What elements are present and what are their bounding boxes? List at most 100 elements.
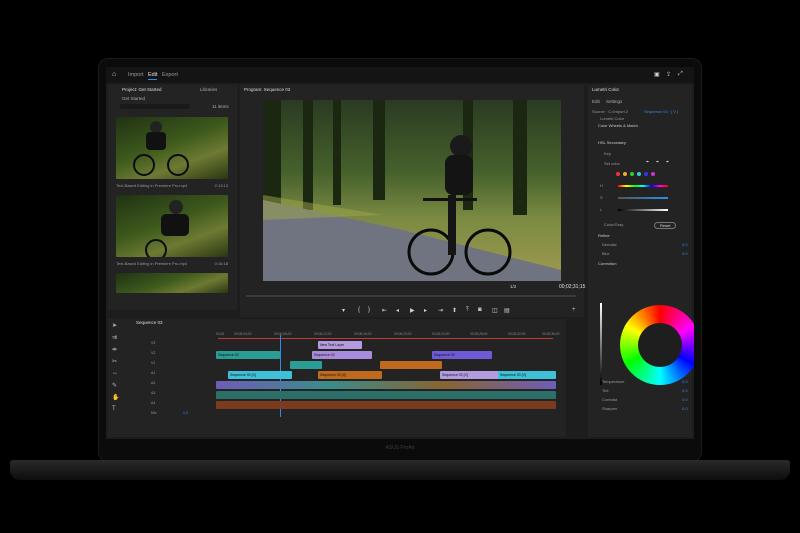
time-ruler[interactable]: 00;00 00;00;04;00 00;00;08;00 00;00;12;0… xyxy=(216,332,559,337)
hand-tool-icon[interactable]: ✋ xyxy=(112,394,119,401)
comparison-view-icon[interactable]: ◫ xyxy=(492,307,498,314)
add-marker-icon[interactable]: ▾ xyxy=(342,307,345,314)
set-color-label: Set color xyxy=(604,161,620,166)
clip-name: Text-Based Editing in Premiere Pro.mp4 2:… xyxy=(116,183,228,188)
lumetri-color-panel: Lumetri Color Edit Settings Source · C:/… xyxy=(588,85,692,437)
color-gray-label: Color/Gray xyxy=(604,222,624,227)
temperature-label: Temperature xyxy=(602,379,625,384)
type-tool-icon[interactable]: T xyxy=(112,406,116,412)
luma-slider[interactable] xyxy=(600,303,602,385)
clip-thumbnail[interactable] xyxy=(116,273,228,293)
timeline-panel: Sequence 03 ➤ ⇉ ⇹ ✂ ↔ ✎ ✋ T 00;00 00;00;… xyxy=(108,319,566,437)
step-forward-icon[interactable]: ▸ xyxy=(424,307,427,314)
preset-select[interactable]: Lumetri Color xyxy=(600,116,624,121)
play-icon[interactable]: ▶ xyxy=(410,307,415,314)
track-header-v2[interactable]: V2 xyxy=(143,351,213,359)
tab-export[interactable]: Export xyxy=(162,72,178,78)
track-header-v1[interactable]: V1 xyxy=(143,361,213,369)
tab-edit[interactable]: Edit xyxy=(148,72,158,80)
ripple-edit-icon[interactable]: ⇹ xyxy=(112,346,117,353)
track-header-a4[interactable]: A4 xyxy=(143,401,213,409)
target-select[interactable]: Sequence 03 · [ V ] xyxy=(644,109,678,114)
monitor-scrubber[interactable] xyxy=(246,295,576,297)
video-clip[interactable] xyxy=(380,361,442,369)
mark-in-icon[interactable]: { xyxy=(358,307,360,313)
tab-lumetri-edit[interactable]: Edit xyxy=(592,99,600,104)
search-input[interactable] xyxy=(120,104,190,109)
section-hsl-secondary[interactable]: HSL Secondary xyxy=(598,140,626,145)
track-select-icon[interactable]: ⇉ xyxy=(112,334,117,341)
header-bar: ⌂ Import Edit Export ▣ ⇪ ⤢ xyxy=(106,67,694,83)
video-clip[interactable]: Sequence 03 [V] xyxy=(498,371,556,379)
extract-icon[interactable]: ⤒ xyxy=(466,307,469,314)
contrast-value[interactable]: 0.0 xyxy=(682,397,688,402)
clip-thumbnail[interactable] xyxy=(116,195,228,257)
fullscreen-icon[interactable]: ⤢ xyxy=(678,71,683,78)
fit-select[interactable]: 1/2 xyxy=(510,284,516,289)
add-button-icon[interactable]: + xyxy=(572,307,576,313)
eyedropper-icon[interactable]: ✒ xyxy=(646,159,649,164)
step-back-icon[interactable]: ◂ xyxy=(396,307,399,314)
go-to-in-icon[interactable]: ⇤ xyxy=(382,307,387,314)
cyclist-image xyxy=(145,200,189,257)
temperature-value[interactable]: 0.0 xyxy=(682,379,688,384)
sharpen-value[interactable]: 0.0 xyxy=(682,406,688,411)
lift-icon[interactable]: ⬆ xyxy=(452,307,457,314)
color-swatches[interactable] xyxy=(616,172,655,176)
go-to-out-icon[interactable]: ⇥ xyxy=(438,307,443,314)
home-icon[interactable]: ⌂ xyxy=(112,71,116,78)
selection-tool-icon[interactable]: ➤ xyxy=(112,322,117,329)
contrast-label: Contrast xyxy=(602,397,618,402)
clip-thumbnail[interactable] xyxy=(116,117,228,179)
pen-tool-icon[interactable]: ✎ xyxy=(112,382,117,389)
denoise-value[interactable]: 0.0 xyxy=(682,242,688,247)
eyedropper-add-icon[interactable]: ✒ xyxy=(656,159,659,164)
section-color-wheels[interactable]: Color Wheels & Match xyxy=(598,123,638,128)
item-count: 11 items xyxy=(212,104,229,109)
saturation-label: S xyxy=(600,195,603,200)
tab-import[interactable]: Import xyxy=(128,72,144,78)
sequence-clip[interactable]: Sequence 03 xyxy=(216,351,280,359)
track-header-a1[interactable]: A1 xyxy=(143,371,213,379)
cyclist-image xyxy=(133,121,189,176)
saturation-slider[interactable] xyxy=(618,197,668,199)
export-frame-icon[interactable]: ◙ xyxy=(478,307,482,313)
luminance-label: L xyxy=(600,207,603,212)
tint-value[interactable]: 0.0 xyxy=(682,388,688,393)
audio-clip[interactable] xyxy=(216,391,556,399)
track-header-a3[interactable]: A3 xyxy=(143,391,213,399)
track-header-a2[interactable]: A2 xyxy=(143,381,213,389)
quick-export-icon[interactable]: ⇪ xyxy=(666,71,671,78)
audio-clip[interactable] xyxy=(216,401,556,409)
video-clip[interactable]: Sequence 03 [V] xyxy=(440,371,500,379)
title-clip[interactable]: New Text Layer xyxy=(318,341,362,349)
track-header-mix[interactable]: Mix 0.0 xyxy=(143,411,213,419)
program-title: Program: Sequence 03 xyxy=(244,87,291,92)
video-clip[interactable] xyxy=(290,361,322,369)
video-clip[interactable]: Sequence 03 [V] xyxy=(228,371,292,379)
slip-tool-icon[interactable]: ↔ xyxy=(112,370,118,376)
reset-button[interactable]: Reset xyxy=(654,222,677,229)
luminance-slider[interactable] xyxy=(618,209,668,211)
hue-slider[interactable] xyxy=(618,185,668,187)
tab-libraries[interactable]: Libraries xyxy=(200,87,217,92)
razor-tool-icon[interactable]: ✂ xyxy=(112,358,117,365)
track-header-v3[interactable]: V3 xyxy=(143,341,213,349)
section-correction[interactable]: Correction xyxy=(598,261,616,266)
settings-icon[interactable]: ▤ xyxy=(504,307,510,314)
tab-project[interactable]: Project: Get Started xyxy=(122,87,162,92)
sequence-clip[interactable]: Sequence 03 xyxy=(312,351,372,359)
color-wheel[interactable] xyxy=(620,305,694,385)
eyedropper-remove-icon[interactable]: ✒ xyxy=(666,159,669,164)
audio-clip[interactable] xyxy=(216,381,556,389)
mark-out-icon[interactable]: } xyxy=(368,307,370,313)
sharpen-label: Sharpen xyxy=(602,406,618,411)
video-clip[interactable]: Sequence 03 [V] xyxy=(318,371,382,379)
tint-label: Tint xyxy=(602,388,609,393)
tab-lumetri-settings[interactable]: Settings xyxy=(606,99,622,104)
workspaces-icon[interactable]: ▣ xyxy=(654,71,660,78)
blur-value[interactable]: 0.0 xyxy=(682,251,688,256)
laptop-brand: ASUS ProArt xyxy=(385,445,415,451)
sequence-clip[interactable]: Sequence 03 xyxy=(432,351,492,359)
section-refine[interactable]: Refine xyxy=(598,233,610,238)
